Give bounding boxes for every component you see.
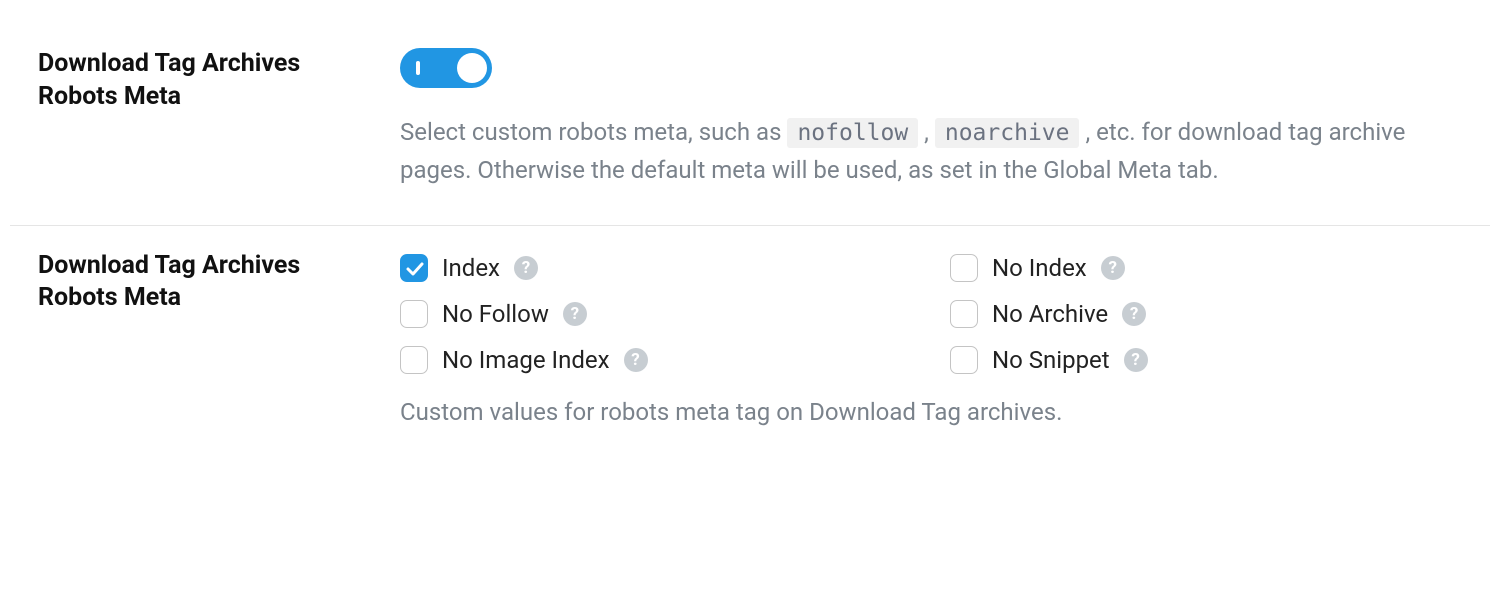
- checkbox-column-left: Index ? No Follow ? No Image Index ?: [400, 254, 930, 374]
- help-icon[interactable]: ?: [563, 302, 587, 326]
- field-title: Download Tag Archives Robots Meta: [38, 48, 376, 113]
- desc-text: Select custom robots meta, such as: [400, 118, 787, 146]
- code-noarchive: noarchive: [935, 118, 1080, 148]
- checkbox-index[interactable]: Index ?: [400, 254, 930, 282]
- checkbox-no-archive[interactable]: No Archive ?: [950, 300, 1480, 328]
- field-content-col: Select custom robots meta, such as nofol…: [400, 48, 1462, 189]
- help-icon[interactable]: ?: [1101, 256, 1125, 280]
- desc-text: ,: [924, 118, 935, 146]
- checkbox-label: No Index: [992, 254, 1087, 282]
- checkbox-label: No Snippet: [992, 346, 1110, 374]
- toggle-indicator-icon: [416, 61, 420, 75]
- help-icon[interactable]: ?: [1124, 348, 1148, 372]
- help-icon[interactable]: ?: [624, 348, 648, 372]
- checkbox-no-index[interactable]: No Index ?: [950, 254, 1480, 282]
- field-title: Download Tag Archives Robots Meta: [38, 250, 376, 315]
- checkbox-grid: Index ? No Follow ? No Image Index ?: [400, 254, 1480, 374]
- field-label-col: Download Tag Archives Robots Meta: [38, 250, 400, 315]
- checkbox-label: Index: [442, 254, 500, 282]
- field-description: Select custom robots meta, such as nofol…: [400, 114, 1460, 189]
- checkbox-box: [950, 254, 978, 282]
- field-label-col: Download Tag Archives Robots Meta: [38, 48, 400, 113]
- checkbox-no-follow[interactable]: No Follow ?: [400, 300, 930, 328]
- help-icon[interactable]: ?: [514, 256, 538, 280]
- toggle-knob-icon: [457, 53, 487, 83]
- section-robots-meta-options: Download Tag Archives Robots Meta Index …: [10, 225, 1490, 467]
- checkbox-box: [950, 346, 978, 374]
- check-icon: [405, 259, 425, 279]
- checkbox-label: No Follow: [442, 300, 549, 328]
- checkbox-label: No Image Index: [442, 346, 610, 374]
- code-nofollow: nofollow: [787, 118, 918, 148]
- checkbox-column-right: No Index ? No Archive ? No Snippet ?: [950, 254, 1480, 374]
- field-description: Custom values for robots meta tag on Dow…: [400, 394, 1460, 431]
- checkbox-box: [950, 300, 978, 328]
- checkbox-box: [400, 346, 428, 374]
- field-content-col: Index ? No Follow ? No Image Index ?: [400, 250, 1480, 431]
- checkbox-label: No Archive: [992, 300, 1108, 328]
- help-icon[interactable]: ?: [1122, 302, 1146, 326]
- robots-meta-toggle[interactable]: [400, 48, 492, 88]
- section-robots-meta-toggle: Download Tag Archives Robots Meta Select…: [10, 24, 1490, 225]
- checkbox-no-snippet[interactable]: No Snippet ?: [950, 346, 1480, 374]
- checkbox-box: [400, 254, 428, 282]
- checkbox-box: [400, 300, 428, 328]
- checkbox-no-image-index[interactable]: No Image Index ?: [400, 346, 930, 374]
